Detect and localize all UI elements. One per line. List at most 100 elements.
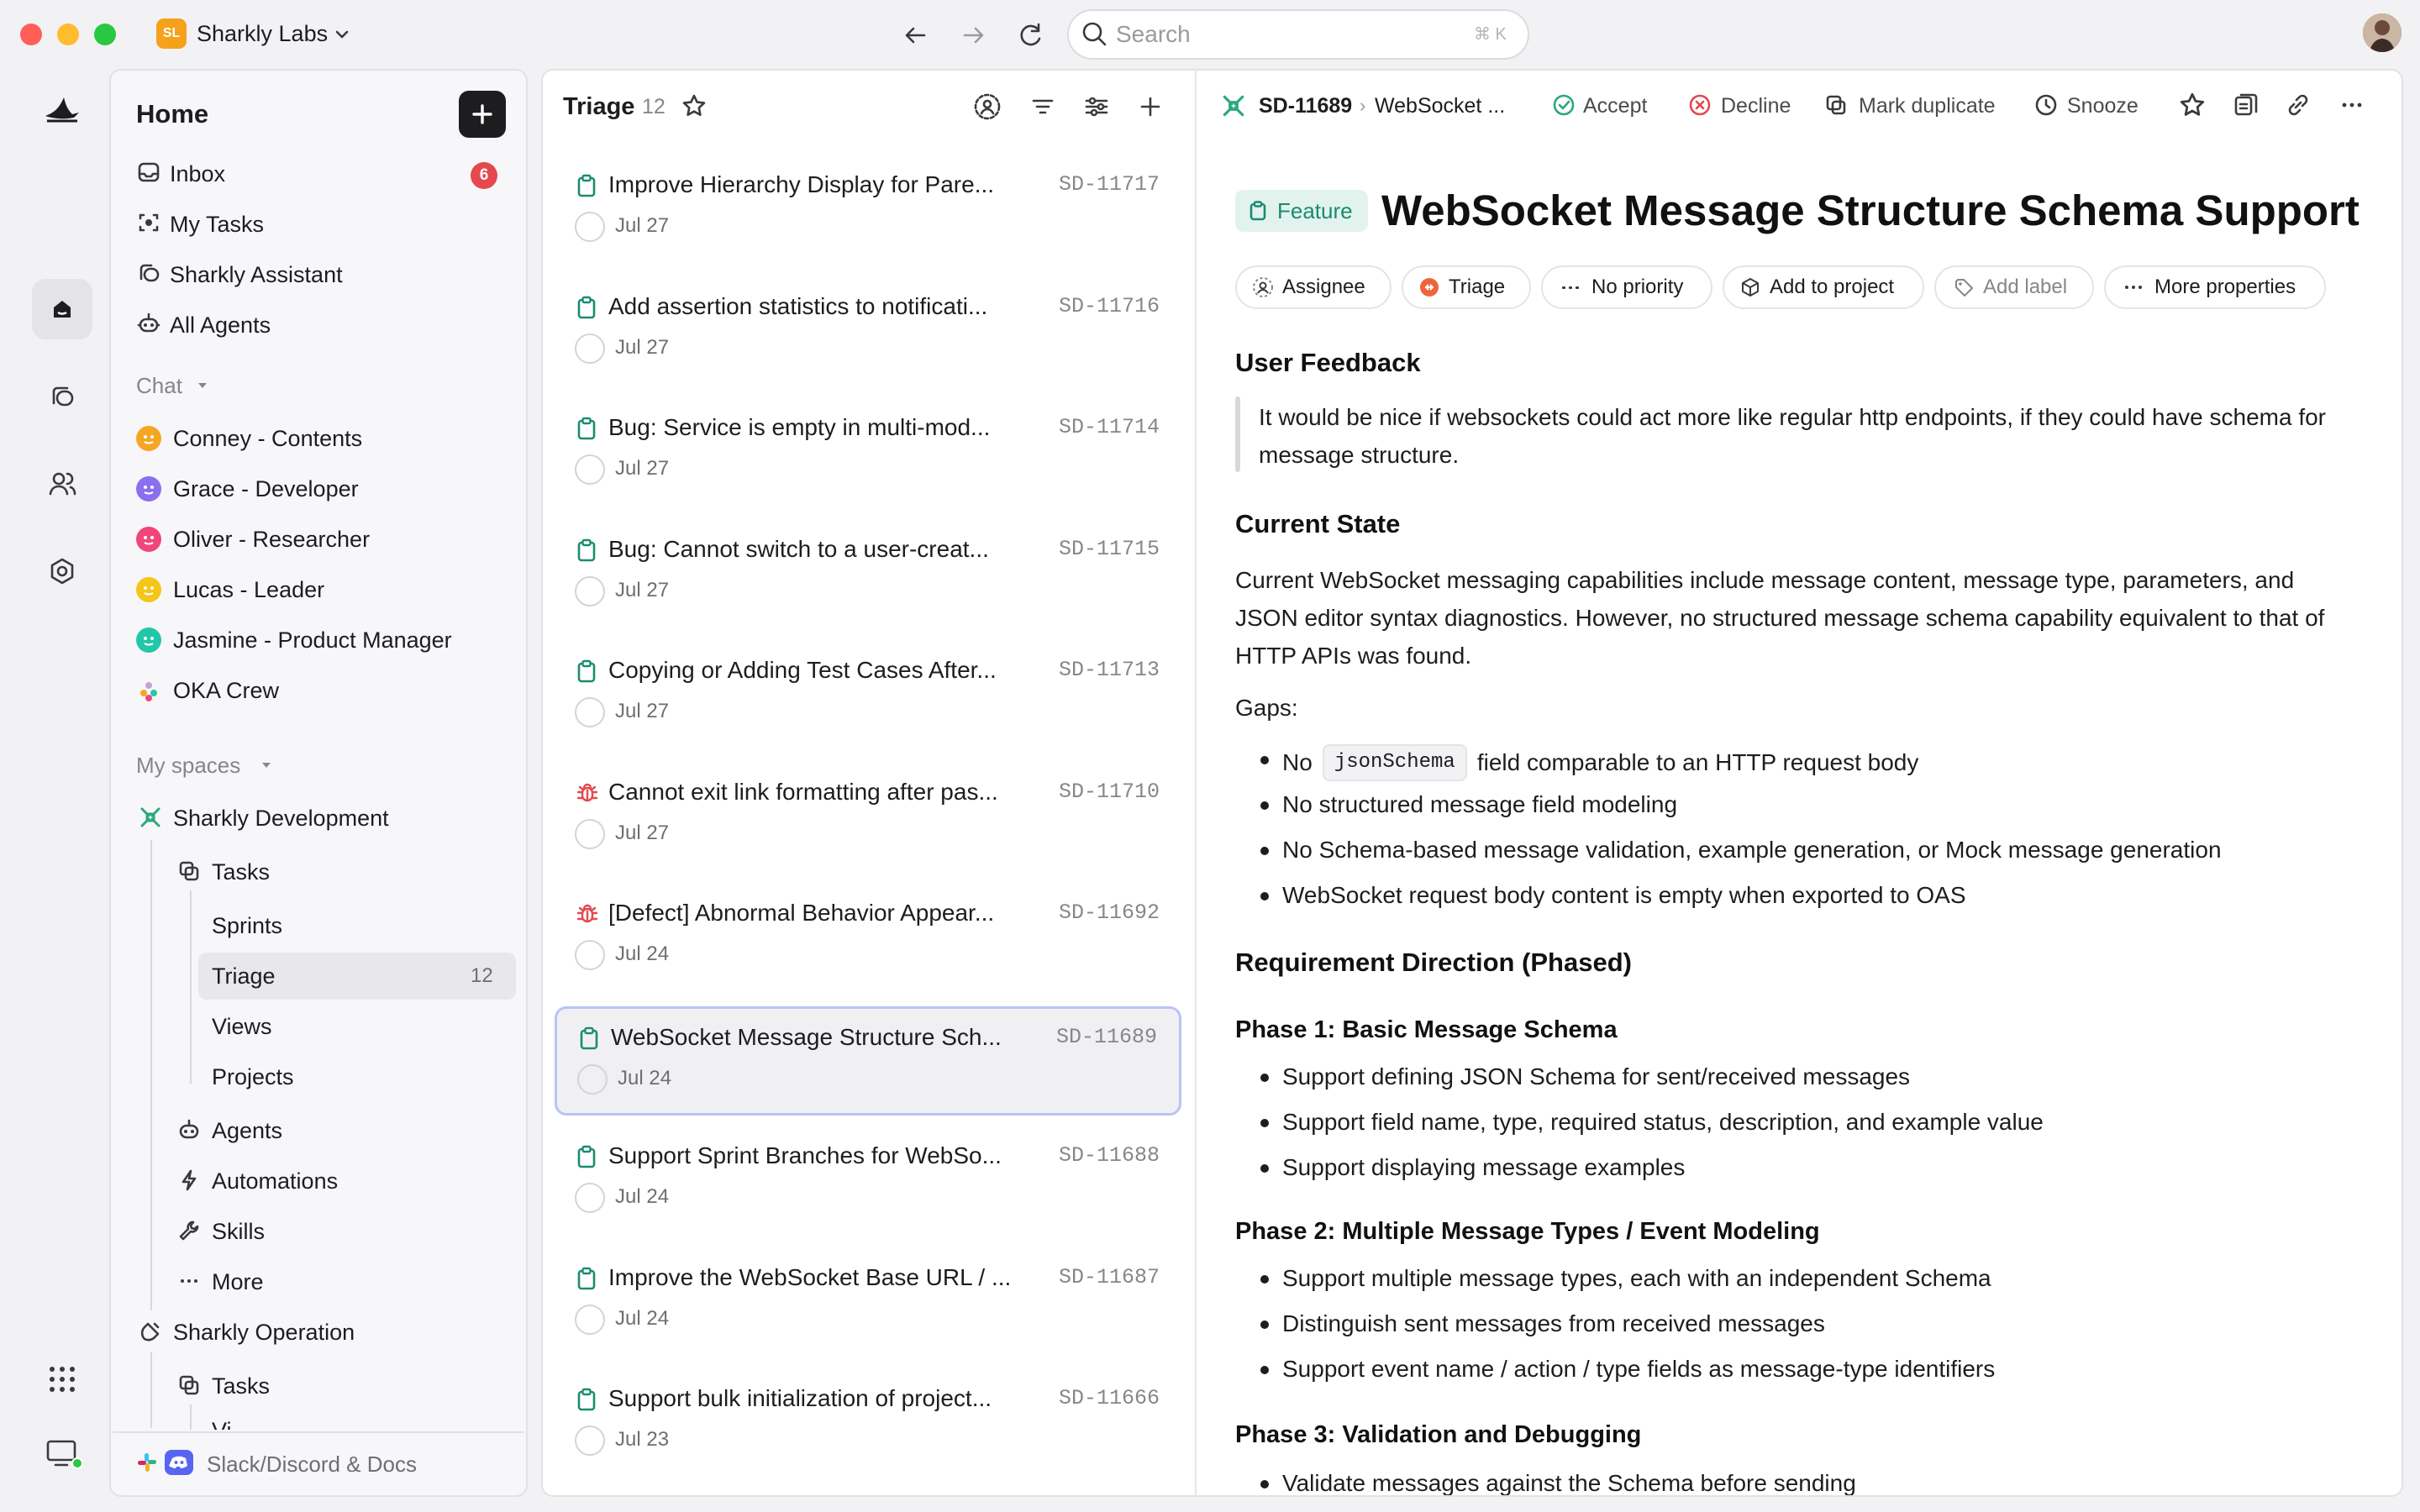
rail-settings-button[interactable]	[32, 541, 92, 601]
triage-list-item[interactable]: Improve the WebSocket Base URL / ... SD-1…	[555, 1249, 1181, 1358]
sidebar-item-my-tasks[interactable]: My Tasks	[170, 210, 264, 239]
chevron-down-icon[interactable]	[333, 25, 351, 44]
sidebar-item-projects[interactable]: Projects	[212, 1063, 294, 1091]
display-settings-icon[interactable]	[1082, 92, 1111, 121]
mark-duplicate-button[interactable]: Mark duplicate	[1859, 92, 1996, 119]
label-property[interactable]: Add label	[1934, 265, 2094, 309]
chat-item-grace[interactable]: Grace - Developer	[173, 475, 359, 503]
sidebar-item-ops-tasks[interactable]: Tasks	[212, 1372, 270, 1400]
workspace-logo[interactable]: SL	[156, 18, 187, 49]
apps-grid-icon[interactable]	[47, 1364, 77, 1394]
space-dev-icon	[138, 805, 163, 830]
phase-item: Support displaying message examples	[1282, 1154, 1686, 1180]
copy-id-icon[interactable]	[2232, 91, 2260, 119]
status-property[interactable]: Triage	[1402, 265, 1531, 309]
triage-list-item[interactable]: Bug: Cannot switch to a user-creat... SD-…	[555, 521, 1181, 630]
sidebar-item-skills[interactable]: Skills	[212, 1217, 265, 1246]
triage-list-item[interactable]: [Defect] Abnormal Behavior Appear... SD-1…	[555, 885, 1181, 994]
unassigned-avatar[interactable]	[575, 940, 605, 970]
unassigned-avatar[interactable]	[575, 212, 605, 242]
assignee-filter-icon[interactable]	[973, 92, 1002, 121]
sidebar-item-all-agents[interactable]: All Agents	[170, 311, 271, 339]
breadcrumb-issue-id[interactable]: SD-11689	[1259, 92, 1352, 119]
decline-button[interactable]: Decline	[1721, 92, 1791, 119]
unassigned-avatar[interactable]	[575, 819, 605, 849]
rail-members-button[interactable]	[32, 454, 92, 514]
sidebar-item-sprints[interactable]: Sprints	[212, 911, 282, 940]
refresh-icon[interactable]	[1013, 18, 1047, 52]
accept-button[interactable]: Accept	[1583, 92, 1647, 119]
new-item-button[interactable]	[459, 91, 506, 138]
chat-item-oka-crew[interactable]: OKA Crew	[173, 676, 279, 705]
phase-heading: Phase 2: Multiple Message Types / Event …	[1235, 1218, 1820, 1245]
chat-item-conney[interactable]: Conney - Contents	[173, 424, 362, 453]
list-item-title: Copying or Adding Test Cases After...	[608, 657, 997, 683]
sidebar-item-more[interactable]: More	[212, 1268, 264, 1296]
triage-list-item[interactable]: Support Sprint Branches for WebSo... SD-1…	[555, 1127, 1181, 1236]
unassigned-avatar[interactable]	[577, 1064, 608, 1095]
back-arrow-icon[interactable]	[899, 18, 933, 52]
more-properties-button[interactable]: More properties	[2104, 265, 2326, 309]
unassigned-avatar[interactable]	[575, 333, 605, 364]
section-heading: User Feedback	[1235, 348, 1421, 377]
caret-down-icon[interactable]	[195, 378, 210, 393]
priority-property[interactable]: No priority	[1541, 265, 1712, 309]
issue-type-badge[interactable]: Feature	[1235, 190, 1368, 232]
sidebar-item-assistant[interactable]: Sharkly Assistant	[170, 260, 343, 289]
list-item-title: Bug: Cannot switch to a user-creat...	[608, 536, 989, 562]
user-avatar[interactable]	[2363, 13, 2402, 52]
unassigned-avatar[interactable]	[575, 454, 605, 485]
triage-list-item[interactable]: Copying or Adding Test Cases After... SD-…	[555, 642, 1181, 751]
breadcrumb-issue-title[interactable]: WebSocket ...	[1375, 92, 1505, 119]
sidebar-item-tasks[interactable]: Tasks	[212, 858, 270, 886]
space-sharkly-development[interactable]: Sharkly Development	[173, 804, 389, 832]
add-icon[interactable]	[1136, 92, 1165, 121]
star-icon[interactable]	[681, 92, 708, 119]
current-state-text: Current WebSocket messaging capabilities…	[1235, 567, 2325, 669]
favorite-star-icon[interactable]	[2178, 91, 2207, 119]
space-sharkly-operation[interactable]: Sharkly Operation	[173, 1318, 355, 1347]
sidebar-item-views[interactable]: Views	[212, 1012, 272, 1041]
filter-icon[interactable]	[1028, 92, 1057, 121]
list-item-date: Jul 27	[615, 579, 670, 601]
unassigned-avatar[interactable]	[575, 1305, 605, 1335]
integrations-link[interactable]: Slack/Discord & Docs	[207, 1452, 417, 1477]
unassigned-avatar[interactable]	[575, 576, 605, 606]
chat-item-oliver[interactable]: Oliver - Researcher	[173, 525, 370, 554]
caret-down-icon[interactable]	[259, 758, 274, 773]
chat-item-lucas[interactable]: Lucas - Leader	[173, 575, 324, 604]
shark-logo-icon[interactable]	[42, 92, 82, 126]
close-window-button[interactable]	[20, 24, 42, 45]
rail-chat-button[interactable]	[32, 366, 92, 427]
unassigned-avatar[interactable]	[575, 1183, 605, 1213]
chat-section-header[interactable]: Chat	[136, 371, 182, 400]
unassigned-avatar[interactable]	[575, 697, 605, 727]
bullet	[1260, 756, 1269, 764]
triage-list-item[interactable]: Bug: Service is empty in multi-mod... SD-…	[555, 399, 1181, 508]
triage-list-item[interactable]: Support bulk initialization of project..…	[555, 1370, 1181, 1479]
spaces-section-header[interactable]: My spaces	[136, 751, 240, 780]
workspace-name[interactable]: Sharkly Labs	[197, 18, 328, 49]
sidebar-item-inbox[interactable]: Inbox	[170, 160, 225, 188]
forward-arrow-icon[interactable]	[956, 18, 990, 52]
chat-item-jasmine[interactable]: Jasmine - Product Manager	[173, 626, 452, 654]
issue-title[interactable]: WebSocket Message Structure Schema Suppo…	[1381, 185, 2360, 237]
more-options-icon[interactable]	[2338, 91, 2366, 119]
snooze-button[interactable]: Snooze	[2067, 92, 2139, 119]
rail-home-button[interactable]	[32, 279, 92, 339]
zoom-window-button[interactable]	[94, 24, 116, 45]
desktop-status-icon[interactable]	[45, 1438, 82, 1472]
clipboard-icon	[575, 1387, 598, 1412]
triage-list-item[interactable]: Cannot exit link formatting after pas...…	[555, 764, 1181, 873]
project-property[interactable]: Add to project	[1723, 265, 1924, 309]
assignee-property[interactable]: Assignee	[1235, 265, 1392, 309]
triage-list-item[interactable]: Improve Hierarchy Display for Pare... SD-…	[555, 156, 1181, 265]
link-icon[interactable]	[2284, 91, 2312, 119]
triage-list-item[interactable]: Add assertion statistics to notificati..…	[555, 278, 1181, 387]
unassigned-avatar[interactable]	[575, 1425, 605, 1456]
minimize-window-button[interactable]	[57, 24, 79, 45]
sidebar-item-automations[interactable]: Automations	[212, 1167, 338, 1195]
sidebar-item-ops-cut[interactable]: Vi	[212, 1416, 232, 1430]
triage-list-item[interactable]: WebSocket Message Structure Sch... SD-116…	[555, 1006, 1181, 1116]
sidebar-item-agents[interactable]: Agents	[212, 1116, 282, 1145]
